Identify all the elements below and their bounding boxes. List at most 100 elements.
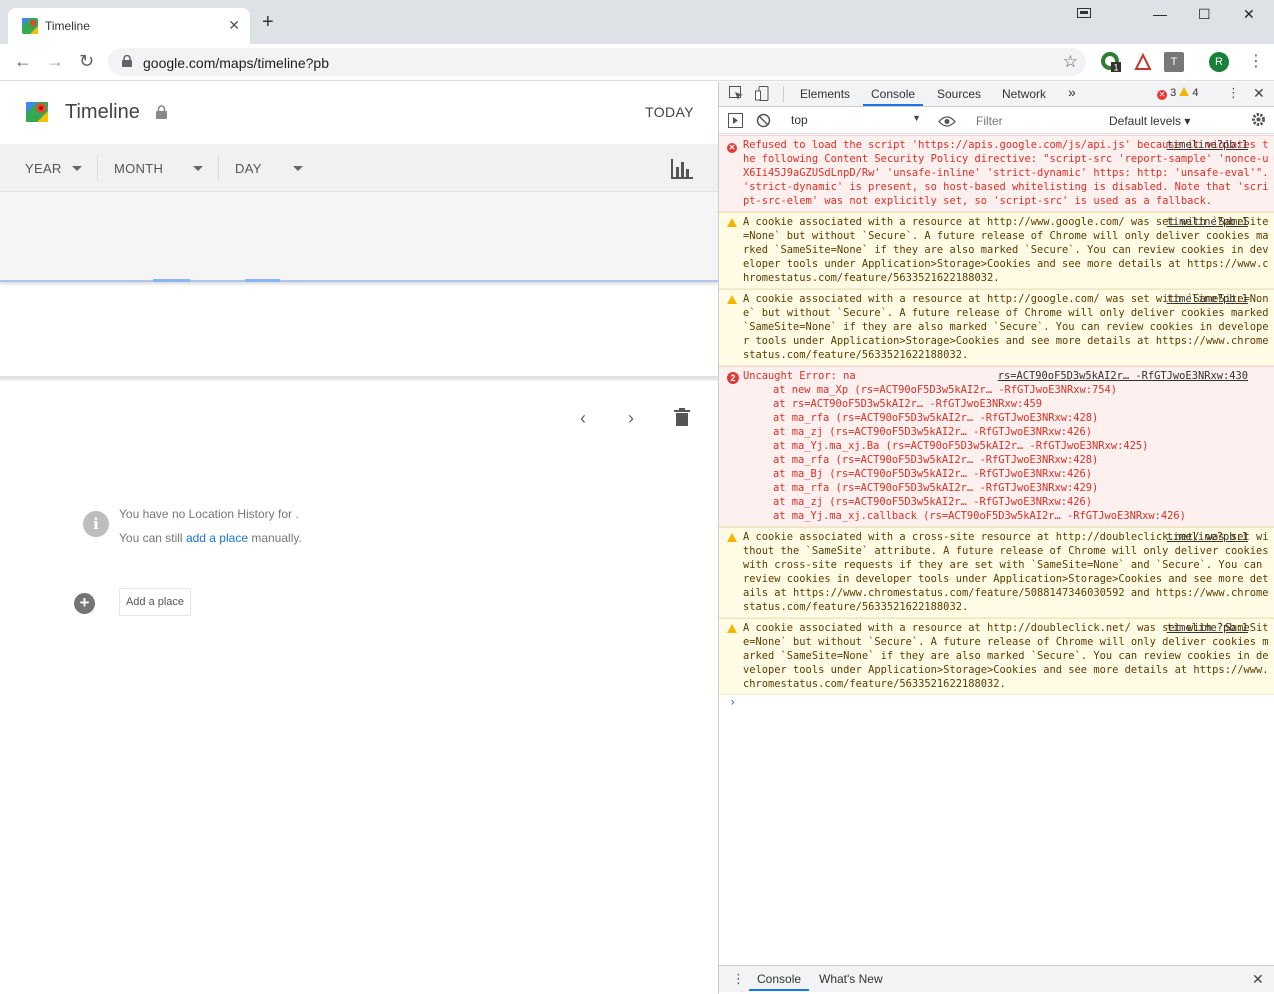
bookmark-star-icon[interactable]: ☆ (1063, 52, 1078, 72)
add-place-link[interactable]: add a place (186, 531, 248, 545)
warning-icon (727, 294, 737, 308)
context-select[interactable]: top ▼ (791, 113, 921, 127)
browser-titlebar: Timeline ✕ + — ☐ ✕ (0, 0, 1274, 44)
gear-icon[interactable] (1251, 112, 1266, 127)
console-message-warn[interactable]: timeline?pb:1 A cookie associated with a … (719, 618, 1274, 695)
stack-frame[interactable]: at ma_Yj.ma_xj.Ba (rs=ACT90oF5D3w5kAI2r…… (743, 439, 1271, 453)
tab-console[interactable]: Console (862, 87, 924, 106)
error-count: 3 (1170, 87, 1177, 99)
drawer-close-icon[interactable]: ✕ (1252, 971, 1264, 988)
message-source-link[interactable]: timeline?pb:1 (1167, 215, 1248, 229)
warning-icon (1179, 87, 1190, 96)
day-dropdown[interactable]: DAY (235, 161, 262, 176)
message-source-link[interactable]: timeline?pb:1 (1167, 292, 1248, 306)
maps-logo-icon (26, 102, 48, 122)
warning-icon (727, 532, 737, 546)
clear-console-icon[interactable] (756, 113, 771, 128)
info-icon: i (83, 511, 109, 537)
chevron-down-icon[interactable] (293, 166, 303, 171)
devtools-menu-icon[interactable]: ⋮ (1227, 85, 1240, 101)
drawer-menu-icon[interactable]: ⋮ (732, 971, 745, 987)
drawer-tab-whats-new[interactable]: What's New (819, 972, 883, 986)
stack-frame[interactable]: at rs=ACT90oF5D3w5kAI2r… -RfGTJwoE3NRxw:… (743, 397, 1271, 411)
more-tabs-button[interactable]: » (1068, 84, 1076, 100)
today-button[interactable]: TODAY (645, 104, 694, 120)
warning-triangle (727, 533, 737, 542)
tab-sources[interactable]: Sources (937, 87, 981, 101)
issue-counter[interactable]: ✕ 3 4 (1157, 87, 1198, 100)
message-text: Uncaught Error: na (743, 370, 856, 382)
bar-chart-icon[interactable] (671, 159, 693, 179)
devtools-panel: Elements Console Sources Network » ✕ 3 4… (718, 82, 1274, 994)
sidebar-toggle-icon[interactable] (728, 113, 743, 128)
console-message-warn[interactable]: timeline?pb:1 A cookie associated with a … (719, 527, 1274, 618)
stack-frame[interactable]: at new ma_Xp (rs=ACT90oF5D3w5kAI2r… -RfG… (743, 383, 1271, 397)
next-day-button[interactable]: › (628, 408, 634, 429)
page-title: Timeline (65, 101, 140, 123)
message-source-link[interactable]: timeline?pb:1 (1167, 530, 1248, 544)
stack-frame[interactable]: at ma_Bj (rs=ACT90oF5D3w5kAI2r… -RfGTJwo… (743, 467, 1271, 481)
message-source-link[interactable]: timeline?pb:1 (1167, 621, 1248, 635)
stack-frame[interactable]: at ma_rfa (rs=ACT90oF5D3w5kAI2r… -RfGTJw… (743, 411, 1271, 425)
month-dropdown[interactable]: MONTH (114, 161, 163, 176)
log-levels-dropdown[interactable]: Default levels ▾ (1109, 114, 1190, 128)
error-badge: 2 (727, 372, 739, 384)
chevron-down-icon[interactable] (72, 166, 82, 171)
stack-frame[interactable]: at ma_zj (rs=ACT90oF5D3w5kAI2r… -RfGTJwo… (743, 495, 1271, 509)
profile-avatar[interactable]: R (1209, 52, 1229, 72)
new-tab-button[interactable]: + (262, 12, 274, 32)
eye-icon[interactable] (938, 114, 956, 129)
date-filter-bar: YEAR MONTH DAY (0, 144, 718, 192)
console-message-error[interactable]: ✕ timeline?pb:1 Refused to load the script… (719, 135, 1274, 212)
browser-tab[interactable]: Timeline ✕ (8, 8, 250, 44)
close-window-button[interactable]: ✕ (1243, 6, 1255, 23)
extension-green-icon[interactable]: 1 (1101, 52, 1121, 72)
console-filter-input[interactable] (972, 112, 1098, 130)
chevron-down-icon[interactable] (193, 166, 203, 171)
add-circle-icon[interactable]: + (74, 593, 95, 614)
tab-title: Timeline (45, 19, 90, 33)
previous-day-button[interactable]: ‹ (580, 408, 586, 429)
add-place-button[interactable]: Add a place (119, 588, 191, 616)
cast-icon[interactable] (1077, 8, 1091, 18)
minimize-button[interactable]: — (1153, 6, 1167, 22)
trash-icon[interactable] (674, 408, 690, 426)
year-dropdown[interactable]: YEAR (25, 161, 62, 176)
section-divider (0, 376, 718, 381)
tab-close-icon[interactable]: ✕ (228, 17, 240, 34)
message-source-link[interactable]: rs=ACT90oF5D3w5kAI2r… -RfGTJwoE3NRxw:430 (998, 369, 1248, 383)
tab-elements[interactable]: Elements (800, 87, 850, 101)
stack-frame[interactable]: at ma_rfa (rs=ACT90oF5D3w5kAI2r… -RfGTJw… (743, 481, 1271, 495)
console-drawer: ⋮ Console What's New ✕ (719, 965, 1274, 992)
console-toolbar: top ▼ Default levels ▾ (719, 108, 1274, 134)
t-extension-icon[interactable]: T (1164, 52, 1184, 72)
tab-network[interactable]: Network (1002, 87, 1046, 101)
message-source-link[interactable]: timeline?pb:1 (1167, 138, 1248, 152)
console-message-error[interactable]: 2 rs=ACT90oF5D3w5kAI2r… -RfGTJwoE3NRxw:43… (719, 366, 1274, 527)
stack-frame[interactable]: at ma_Yj.ma_xj.callback (rs=ACT90oF5D3w5… (743, 509, 1271, 523)
device-toggle-icon[interactable] (755, 86, 770, 101)
inspect-element-icon[interactable] (729, 86, 744, 101)
warning-icon (727, 217, 737, 231)
filter-divider (97, 154, 98, 182)
pdf-extension-icon[interactable] (1133, 52, 1153, 72)
console-message-warn[interactable]: timeline?pb:1 A cookie associated with a … (719, 212, 1274, 289)
browser-menu-icon[interactable]: ⋮ (1248, 51, 1264, 71)
forward-arrow-icon[interactable]: → (46, 51, 64, 72)
devtools-close-icon[interactable]: ✕ (1253, 85, 1265, 102)
reload-icon[interactable]: ↻ (79, 51, 94, 72)
toolbar-divider (783, 86, 784, 102)
extension-badge: 1 (1113, 63, 1118, 73)
stack-frame[interactable]: at ma_zj (rs=ACT90oF5D3w5kAI2r… -RfGTJwo… (743, 425, 1271, 439)
back-arrow-icon[interactable]: ← (14, 51, 32, 72)
error-icon: 2 (727, 371, 739, 385)
console-message-warn[interactable]: timeline?pb:1 A cookie associated with a … (719, 289, 1274, 366)
address-bar[interactable]: google.com/maps/timeline?pb ☆ (108, 48, 1086, 76)
warning-triangle (727, 218, 737, 227)
warning-triangle (727, 624, 737, 633)
maximize-button[interactable]: ☐ (1198, 6, 1211, 23)
drawer-tab-console[interactable]: Console (748, 972, 810, 991)
warning-count: 4 (1192, 87, 1199, 99)
stack-frame[interactable]: at ma_rfa (rs=ACT90oF5D3w5kAI2r… -RfGTJw… (743, 453, 1271, 467)
console-prompt[interactable]: › (719, 695, 1274, 713)
